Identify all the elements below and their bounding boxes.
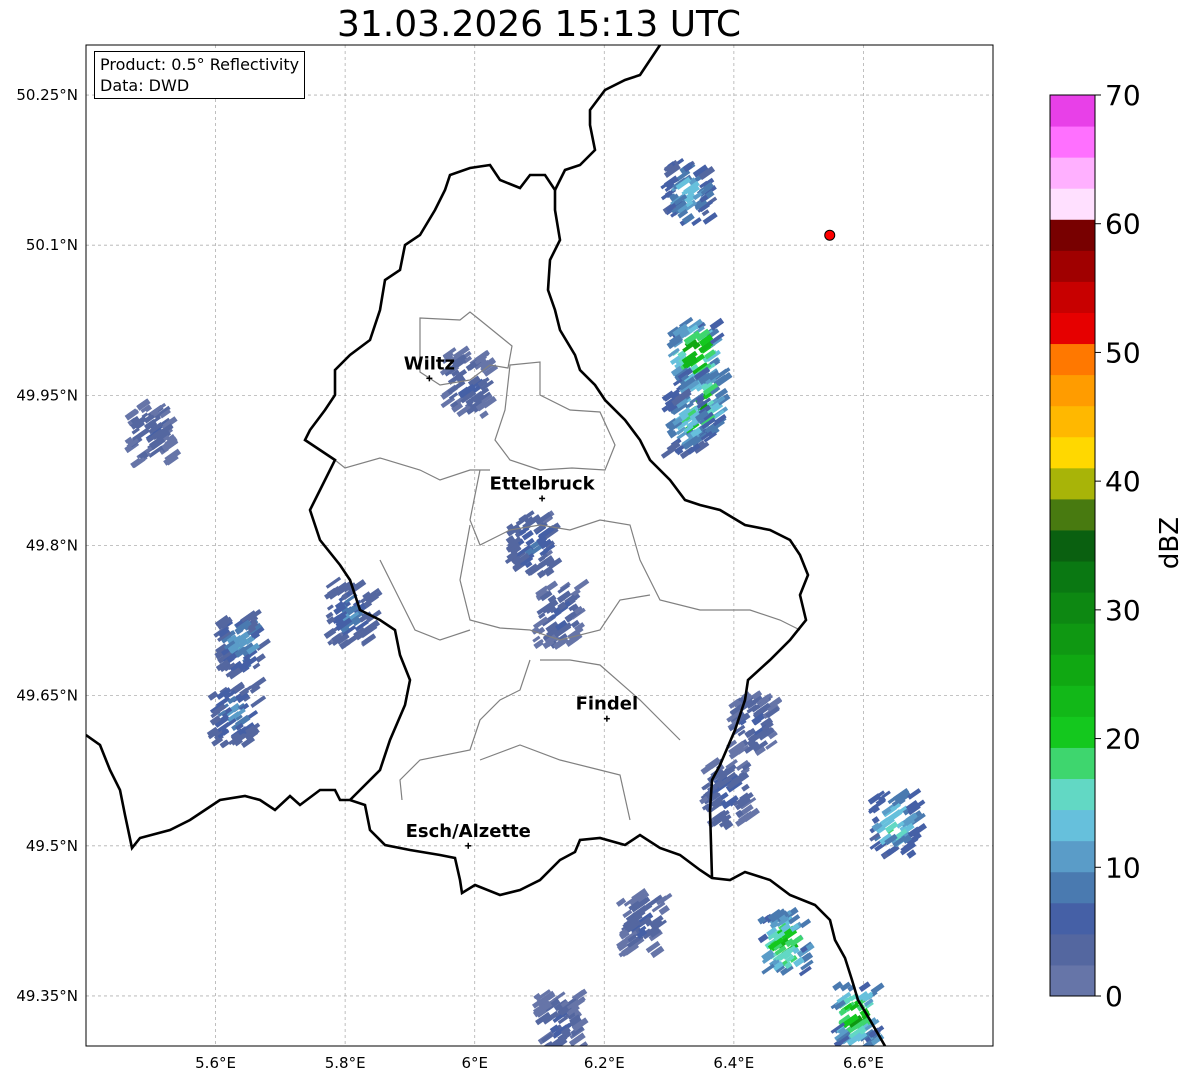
colorbar-swatches [1050, 95, 1095, 997]
product-label: Product: 0.5° Reflectivity [100, 55, 300, 74]
colorbar-swatch [1050, 561, 1095, 593]
colorbar-swatch [1050, 529, 1095, 562]
colorbar-swatch [1050, 778, 1095, 811]
map-title: 31.03.2026 15:13 UTC [336, 4, 742, 45]
colorbar-swatch [1050, 157, 1095, 189]
colorbar-tick-label: 50 [1105, 336, 1141, 369]
colorbar-swatch [1050, 126, 1095, 158]
colorbar-swatch [1050, 933, 1095, 966]
colorbar-swatch [1050, 343, 1095, 376]
colorbar-tick-label: 30 [1105, 594, 1141, 627]
colorbar-swatch [1050, 592, 1095, 624]
colorbar-ticks: 0 10 20 30 40 50 60 70 [1095, 79, 1141, 1013]
colorbar-swatch [1050, 840, 1095, 873]
colorbar-tick-label: 70 [1105, 79, 1141, 112]
colorbar-swatch [1050, 716, 1095, 748]
colorbar-swatch [1050, 250, 1095, 282]
colorbar-swatch [1050, 871, 1095, 904]
colorbar-swatch [1050, 95, 1095, 127]
colorbar-tick-label: 0 [1105, 980, 1123, 1013]
colorbar-swatch [1050, 498, 1095, 531]
colorbar-swatch [1050, 623, 1095, 655]
colorbar-swatch [1050, 405, 1095, 438]
data-source-label: Data: DWD [100, 76, 190, 95]
colorbar-swatch [1050, 747, 1095, 780]
colorbar-label: dBZ [1155, 516, 1184, 570]
colorbar-swatch [1050, 374, 1095, 407]
colorbar-swatch [1050, 685, 1095, 717]
colorbar-tick-label: 60 [1105, 208, 1141, 241]
colorbar-swatch [1050, 467, 1095, 500]
colorbar-swatch [1050, 436, 1095, 469]
colorbar-swatch [1050, 964, 1095, 997]
info-box: Product: 0.5° Reflectivity Data: DWD [94, 51, 306, 99]
colorbar-swatch [1050, 188, 1095, 220]
colorbar: 0 10 20 30 40 50 60 70 [1049, 79, 1141, 1013]
colorbar-swatch [1050, 902, 1095, 935]
colorbar-tick-label: 40 [1105, 465, 1141, 498]
colorbar-tick-label: 10 [1105, 851, 1141, 884]
colorbar-swatch [1050, 809, 1095, 842]
colorbar-swatch [1050, 281, 1095, 313]
colorbar-swatch [1050, 654, 1095, 686]
colorbar-tick-label: 20 [1105, 723, 1141, 756]
colorbar-swatch [1050, 219, 1095, 251]
colorbar-swatch [1050, 312, 1095, 345]
